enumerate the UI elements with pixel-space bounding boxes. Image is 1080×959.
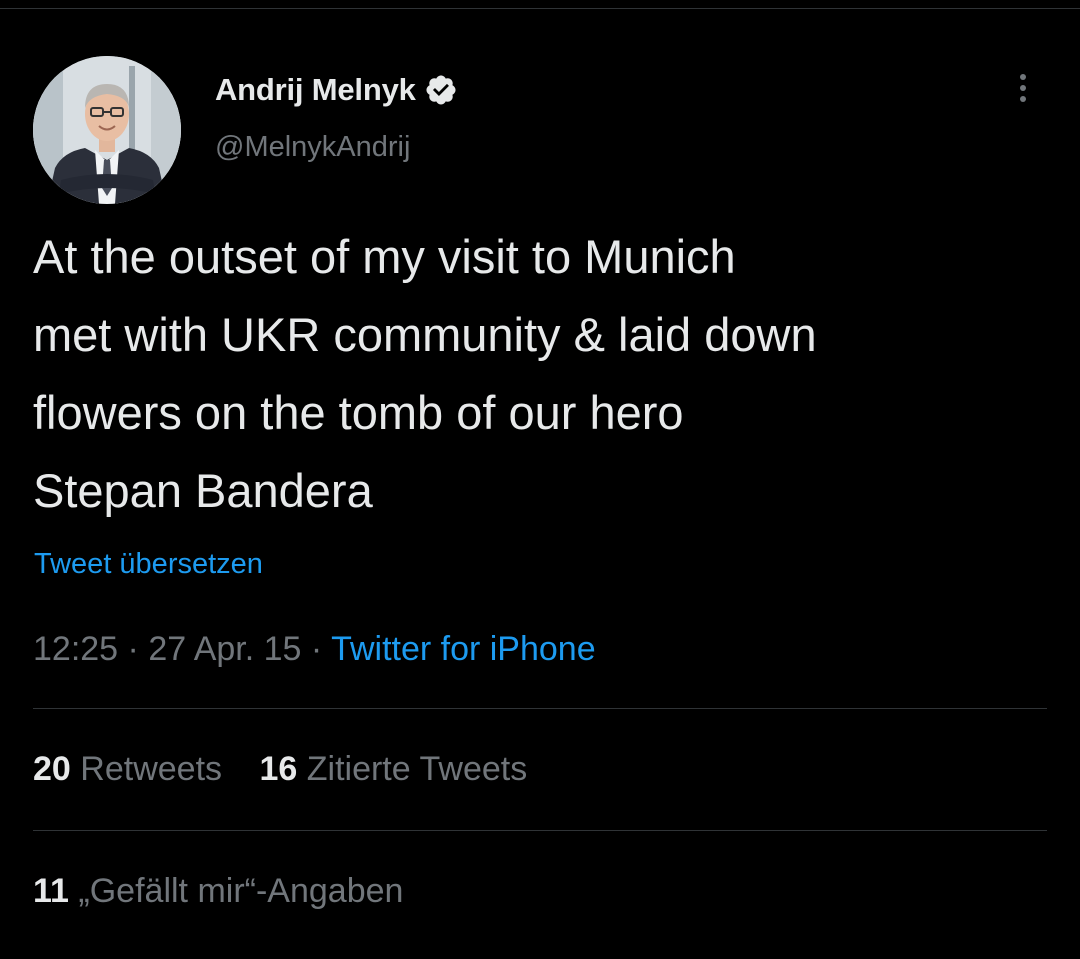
author-display-name[interactable]: Andrij Melnyk — [215, 72, 416, 108]
more-dot — [1020, 96, 1026, 102]
meta-separator: · — [301, 630, 332, 668]
divider — [33, 830, 1047, 831]
author-name-row[interactable]: Andrij Melnyk — [215, 70, 458, 110]
tweet-source-link[interactable]: Twitter for iPhone — [331, 630, 596, 668]
more-dot — [1020, 74, 1026, 80]
engagement-stats: 20 Retweets 16 Zitierte Tweets — [33, 750, 555, 789]
likes-stat[interactable]: 11 „Gefällt mir“-Angaben — [33, 872, 403, 911]
top-divider — [0, 8, 1080, 9]
tweet-time[interactable]: 12:25 — [33, 630, 118, 668]
retweets-label: Retweets — [80, 750, 223, 788]
retweets-stat[interactable]: 20 Retweets — [33, 750, 222, 789]
avatar-image — [33, 56, 181, 204]
avatar[interactable] — [33, 56, 181, 204]
retweets-count: 20 — [33, 750, 71, 788]
verified-badge-icon — [424, 73, 458, 107]
tweet-meta: 12:25 · 27 Apr. 15 · Twitter for iPhone — [33, 630, 596, 669]
likes-label: „Gefällt mir“-Angaben — [78, 872, 404, 910]
likes-count: 11 — [33, 872, 69, 910]
more-dot — [1020, 85, 1026, 91]
quotes-stat[interactable]: 16 Zitierte Tweets — [259, 750, 527, 789]
author-handle[interactable]: @MelnykAndrij — [215, 131, 410, 164]
more-options-icon[interactable] — [1008, 68, 1038, 108]
divider — [33, 708, 1047, 709]
quotes-count: 16 — [259, 750, 298, 788]
meta-separator: · — [118, 630, 149, 668]
tweet-date[interactable]: 27 Apr. 15 — [148, 630, 301, 668]
translate-tweet-link[interactable]: Tweet übersetzen — [34, 548, 263, 581]
tweet-text: At the outset of my visit to Munich met … — [33, 230, 817, 517]
quotes-label: Zitierte Tweets — [306, 750, 528, 788]
